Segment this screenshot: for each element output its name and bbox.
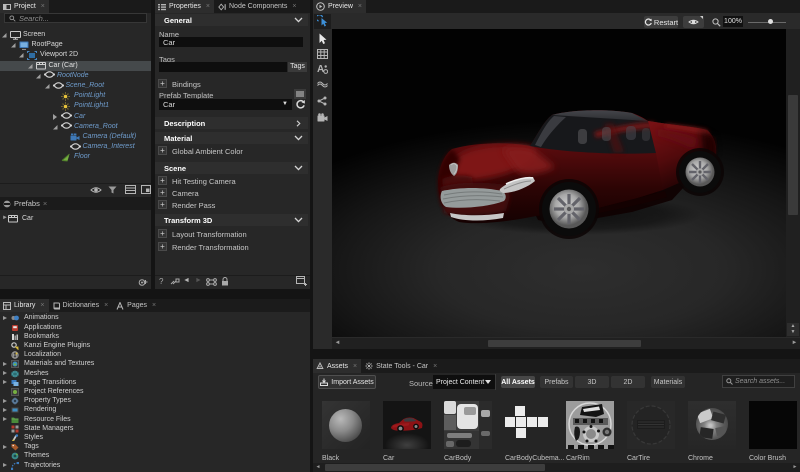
svg-text:A: A [317, 64, 324, 74]
